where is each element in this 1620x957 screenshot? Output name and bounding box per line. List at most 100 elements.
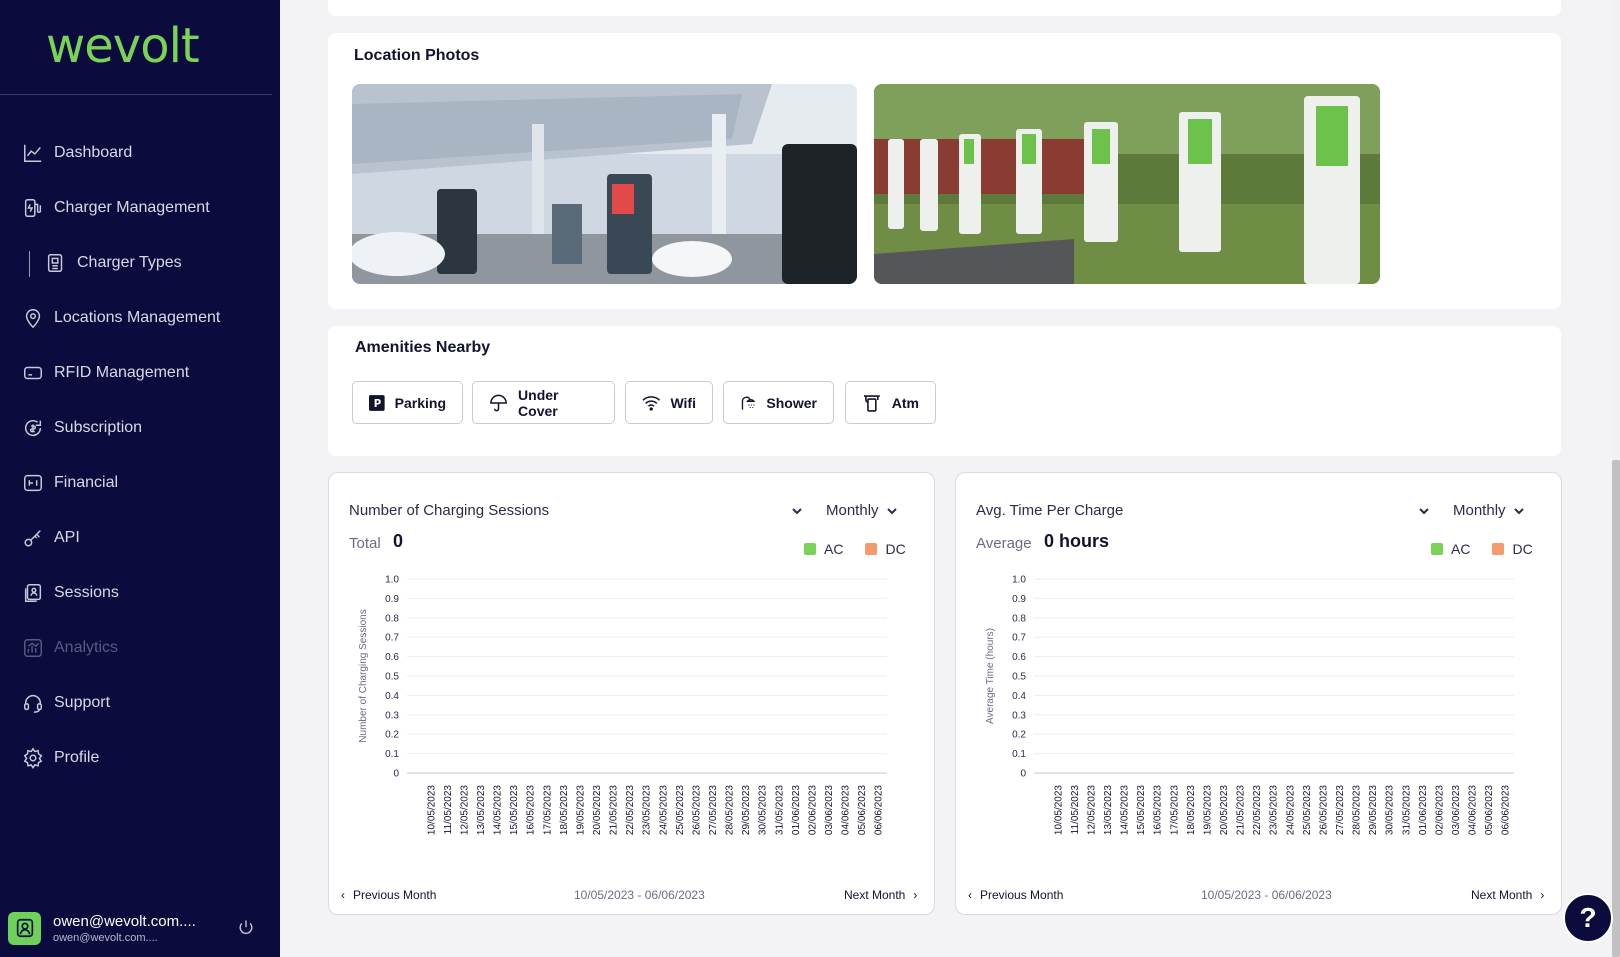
next-month-label: Next Month xyxy=(1471,888,1533,902)
chart-options-dropdown[interactable] xyxy=(790,504,804,518)
y-tick-label: 0.4 xyxy=(385,691,399,702)
rfid-card-icon xyxy=(24,366,42,380)
x-tick-label: 20/05/2023 xyxy=(1219,785,1230,835)
amenity-atm[interactable]: Atm xyxy=(845,381,936,424)
chart-legend: AC DC xyxy=(804,541,906,557)
wevolt-logo[interactable]: wevolt xyxy=(46,18,200,74)
sidebar-item-label: Profile xyxy=(54,749,100,766)
next-month-button[interactable]: Next Month › xyxy=(1471,888,1544,902)
sidebar-item-label: Support xyxy=(54,694,111,711)
user-box[interactable]: owen@wevolt.com.... owen@wevolt.com.... xyxy=(8,908,272,948)
y-tick-label: 0.1 xyxy=(385,749,399,760)
x-tick-label: 23/05/2023 xyxy=(1269,785,1280,835)
x-tick-label: 27/05/2023 xyxy=(1335,785,1346,835)
sidebar-item-charger-types[interactable]: Charger Types xyxy=(45,249,182,277)
y-tick-label: 0.8 xyxy=(1012,613,1026,624)
x-tick-label: 30/05/2023 xyxy=(758,785,769,835)
legend-swatch-dc xyxy=(1492,543,1505,555)
previous-month-button[interactable]: ‹ Previous Month xyxy=(341,888,436,902)
x-tick-label: 17/05/2023 xyxy=(1169,785,1180,835)
y-tick-label: 1.0 xyxy=(385,575,399,586)
help-button[interactable]: ? xyxy=(1563,893,1613,943)
sidebar-item-charger-management[interactable]: Charger Management xyxy=(22,194,210,222)
amenity-shower[interactable]: Shower xyxy=(723,381,834,424)
logout-button[interactable] xyxy=(236,918,256,938)
sidebar-item-support[interactable]: Support xyxy=(22,689,110,717)
location-photo-2[interactable] xyxy=(874,84,1380,284)
logo-divider xyxy=(0,94,272,95)
legend-label-dc: DC xyxy=(885,541,906,557)
sidebar-item-label: Sessions xyxy=(54,584,119,601)
avg-time-chart-card: Avg. Time Per Charge Monthly Average 0 h… xyxy=(955,472,1562,915)
sidebar: wevolt Dashboard Charger Management Char… xyxy=(0,0,280,957)
wallet-icon xyxy=(24,474,42,492)
y-tick-label: 0 xyxy=(393,769,399,780)
sidebar-item-subscription[interactable]: Subscription xyxy=(22,414,142,442)
y-tick-label: 0.1 xyxy=(1012,749,1026,760)
sidebar-item-profile[interactable]: Profile xyxy=(22,744,99,772)
subscription-icon xyxy=(25,419,42,437)
chart-options-dropdown[interactable] xyxy=(1417,504,1431,518)
sidebar-item-label: API xyxy=(54,529,80,546)
legend-label-ac: AC xyxy=(824,541,844,557)
x-tick-label: 19/05/2023 xyxy=(575,785,586,835)
previous-month-label: Previous Month xyxy=(353,888,437,902)
period-select[interactable]: Monthly xyxy=(826,502,899,519)
legend-label-dc: DC xyxy=(1512,541,1533,557)
y-tick-label: 0.9 xyxy=(1012,594,1026,605)
svg-text:P: P xyxy=(374,398,382,409)
x-tick-label: 12/05/2023 xyxy=(459,785,470,835)
x-tick-label: 13/05/2023 xyxy=(476,785,487,835)
shower-icon xyxy=(741,396,756,410)
sidebar-item-api[interactable]: API xyxy=(22,524,80,552)
y-tick-label: 0.3 xyxy=(1012,710,1026,721)
chart-line-icon xyxy=(24,144,42,162)
x-tick-label: 30/05/2023 xyxy=(1385,785,1396,835)
amenities-card: Amenities Nearby P Parking Under Cover W… xyxy=(328,326,1561,456)
sidebar-item-locations-management[interactable]: Locations Management xyxy=(22,304,220,332)
amenity-label: Wifi xyxy=(670,394,696,411)
amenity-parking[interactable]: P Parking xyxy=(352,381,463,424)
previous-month-button[interactable]: ‹ Previous Month xyxy=(968,888,1063,902)
x-tick-label: 23/05/2023 xyxy=(642,785,653,835)
legend-swatch-ac xyxy=(804,543,816,555)
chevron-down-icon xyxy=(885,504,899,518)
x-tick-label: 28/05/2023 xyxy=(725,785,736,835)
sidebar-item-label: RFID Management xyxy=(54,364,190,381)
chevron-right-icon: › xyxy=(913,888,918,902)
sidebar-item-financial[interactable]: Financial xyxy=(22,469,118,497)
amenity-under-cover[interactable]: Under Cover xyxy=(472,381,615,424)
amenity-wifi[interactable]: Wifi xyxy=(625,381,713,424)
location-pin-icon xyxy=(25,309,41,329)
x-tick-label: 27/05/2023 xyxy=(708,785,719,835)
location-photos-title: Location Photos xyxy=(354,47,480,64)
next-month-button[interactable]: Next Month › xyxy=(844,888,917,902)
charger-icon xyxy=(24,199,42,217)
avatar xyxy=(8,911,41,945)
x-tick-label: 16/05/2023 xyxy=(526,785,537,835)
amenity-label: Shower xyxy=(766,394,817,411)
location-photos-card: Location Photos xyxy=(328,33,1561,309)
sidebar-item-sessions[interactable]: Sessions xyxy=(22,579,119,607)
date-range: 10/05/2023 - 06/06/2023 xyxy=(574,888,705,902)
sidebar-item-label: Financial xyxy=(54,474,119,491)
sidebar-item-dashboard[interactable]: Dashboard xyxy=(22,139,132,167)
y-tick-label: 0 xyxy=(1020,769,1026,780)
sidebar-item-rfid-management[interactable]: RFID Management xyxy=(22,359,189,387)
legend-swatch-ac xyxy=(1431,543,1443,555)
y-axis-label: Average Time (hours) xyxy=(985,628,996,724)
x-tick-label: 15/05/2023 xyxy=(1136,785,1147,835)
x-tick-label: 21/05/2023 xyxy=(609,785,620,835)
sidebar-item-analytics[interactable]: Analytics xyxy=(22,634,118,662)
x-tick-label: 01/06/2023 xyxy=(1418,785,1429,835)
location-photo-1[interactable] xyxy=(352,84,857,284)
x-tick-label: 04/06/2023 xyxy=(1468,785,1479,835)
amenities-title: Amenities Nearby xyxy=(355,339,491,356)
scrollbar-thumb[interactable] xyxy=(1612,460,1620,957)
headset-icon xyxy=(24,695,42,713)
period-select[interactable]: Monthly xyxy=(1453,502,1526,519)
x-tick-label: 02/06/2023 xyxy=(807,785,818,835)
sidebar-item-label: Charger Types xyxy=(77,254,182,271)
avg-time-plot: 1.0 0.9 0.8 0.7 0.6 0.5 0.4 0.3 0.2 0.1 0 Average T… xyxy=(985,575,1514,835)
x-tick-label: 24/05/2023 xyxy=(658,785,669,835)
